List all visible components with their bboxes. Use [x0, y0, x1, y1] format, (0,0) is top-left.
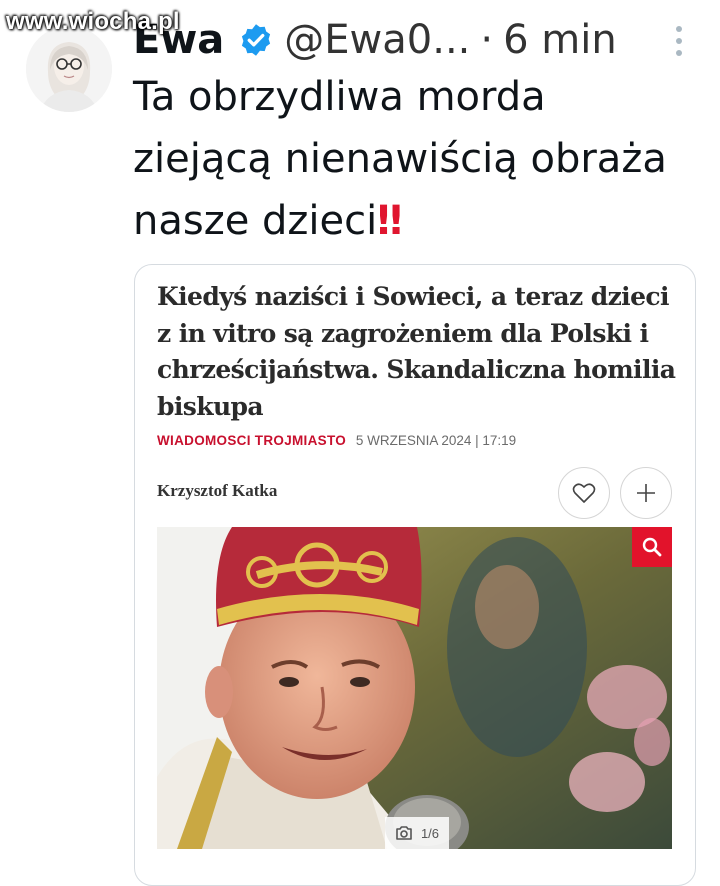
- article-author[interactable]: Krzysztof Katka: [157, 481, 277, 501]
- search-icon: [642, 537, 662, 557]
- article-section[interactable]: WIADOMOSCI TROJMIASTO: [157, 433, 346, 448]
- add-button[interactable]: [620, 467, 672, 519]
- article-date: 5 WRZESNIA 2024 | 17:19: [355, 433, 517, 448]
- author-handle[interactable]: @Ewa0...: [284, 17, 470, 63]
- article-card[interactable]: Kiedyś naziści i Sowieci, a teraz dzieci…: [134, 264, 696, 886]
- double-exclamation-emoji: ‼: [377, 198, 402, 244]
- avatar[interactable]: [26, 26, 112, 112]
- camera-icon: [396, 826, 412, 840]
- verified-badge-icon: [242, 24, 271, 56]
- photo-counter-label: 1/6: [420, 825, 440, 841]
- bishop-photo: [157, 527, 672, 849]
- photo-counter[interactable]: 1/6: [385, 817, 449, 849]
- like-button[interactable]: [558, 467, 610, 519]
- header-separator: ·: [480, 17, 494, 63]
- tweet-timestamp[interactable]: 6 min: [503, 17, 617, 63]
- tweet-text: Ta obrzydliwa morda ziejącą nienawiścią …: [133, 66, 693, 252]
- more-options-icon[interactable]: [674, 26, 684, 56]
- article-photo[interactable]: 1/6: [157, 527, 672, 849]
- tweet-header: Ewa @Ewa0... · 6 min: [133, 12, 690, 68]
- heart-icon: [572, 483, 596, 503]
- site-watermark: www.wiocha.pl: [6, 8, 180, 35]
- zoom-button[interactable]: [632, 527, 672, 567]
- plus-icon: [637, 484, 655, 502]
- article-headline[interactable]: Kiedyś naziści i Sowieci, a teraz dzieci…: [157, 279, 677, 425]
- article-meta: WIADOMOSCI TROJMIASTO 5 WRZESNIA 2024 | …: [157, 433, 516, 448]
- tweet-body: Ta obrzydliwa morda ziejącą nienawiścią …: [133, 74, 667, 244]
